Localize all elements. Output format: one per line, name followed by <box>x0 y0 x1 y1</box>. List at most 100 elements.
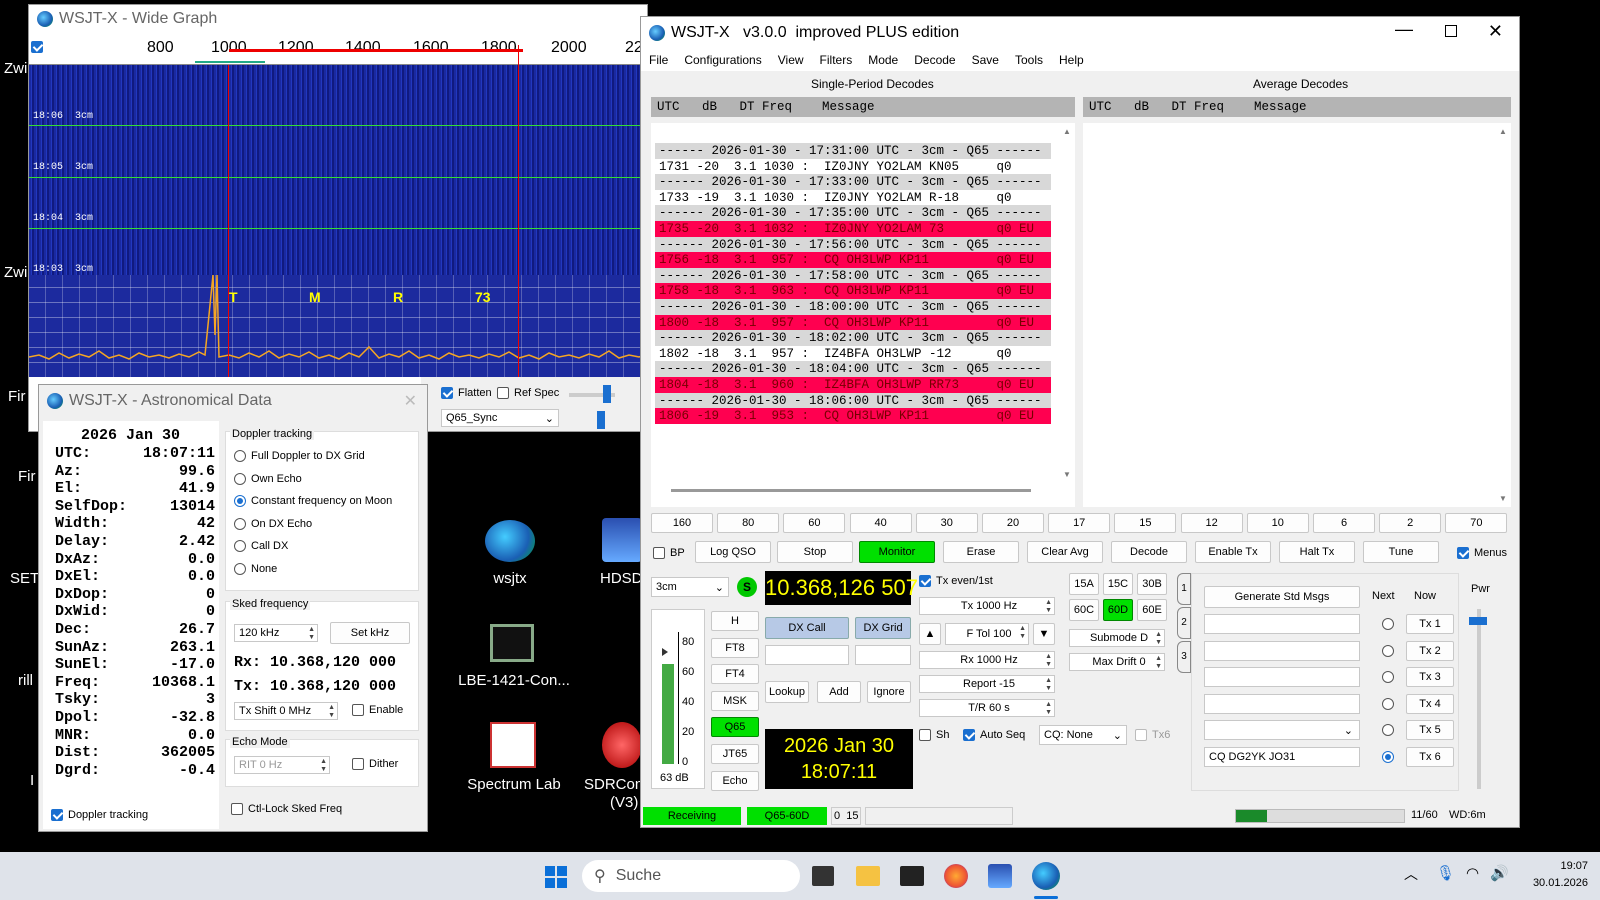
enable-checkbox[interactable]: Enable <box>352 704 403 716</box>
cq-select[interactable]: CQ: None ⌄ <box>1039 725 1127 745</box>
pwr-slider-handle[interactable] <box>1469 617 1487 625</box>
band-button[interactable]: 60 <box>783 513 846 533</box>
doppler-option[interactable]: Own Echo <box>234 472 302 485</box>
lookup-button[interactable]: Lookup <box>765 681 809 703</box>
rit-spinbox[interactable]: RIT 0 Hz ▲ ▼ <box>234 756 330 774</box>
submode-button[interactable]: 60D <box>1103 599 1133 621</box>
decode-row[interactable]: 1733 -19 3.1 1030 : IZ0JNY YO2LAM R-18 q… <box>655 190 1051 206</box>
menu-tools[interactable]: Tools <box>1015 53 1043 67</box>
next-radio[interactable] <box>1382 618 1394 630</box>
halt-tx-button[interactable]: Halt Tx <box>1279 541 1355 563</box>
tx-message-input[interactable] <box>1204 614 1360 634</box>
decode-row[interactable]: 1756 -18 3.1 957 : CQ OH3LWP KP11 q0 EU <box>655 252 1051 269</box>
decode-separator[interactable]: ------ 2026-01-30 - 17:56:00 UTC - 3cm -… <box>655 236 1051 253</box>
mode-button-echo[interactable]: Echo <box>711 770 759 791</box>
wsjtx-desktop-icon[interactable] <box>485 520 535 562</box>
desktop-icon-label[interactable]: HDSD <box>600 570 643 587</box>
doppler-tracking-checkbox[interactable]: Doppler tracking <box>51 809 148 821</box>
task-view-icon[interactable] <box>812 866 834 886</box>
doppler-option[interactable]: Call DX <box>234 540 288 553</box>
desktop-icon-label[interactable]: LBE-1421-Con... <box>458 672 570 689</box>
tx6-checkbox[interactable]: Tx6 <box>1135 729 1170 741</box>
maximize-icon[interactable] <box>1445 25 1457 37</box>
menu-file[interactable]: File <box>649 53 668 67</box>
enable-tx-button[interactable]: Enable Tx <box>1195 541 1271 563</box>
decode-separator[interactable]: ------ 2026-01-30 - 18:06:00 UTC - 3cm -… <box>655 392 1051 409</box>
gain-slider-handle[interactable] <box>603 385 611 403</box>
menu-save[interactable]: Save <box>972 53 999 67</box>
main-titlebar[interactable]: WSJT-X v3.0.0 improved PLUS edition — ✕ <box>641 17 1519 49</box>
clear-avg-button[interactable]: Clear Avg <box>1027 541 1103 563</box>
dx-call-button[interactable]: DX Call <box>765 617 849 639</box>
decode-row[interactable]: 1731 -20 3.1 1030 : IZ0JNY YO2LAM KN05 q… <box>655 159 1051 175</box>
tr-period-spinbox[interactable]: T/R 60 s ▲ ▼ <box>919 699 1055 717</box>
file-explorer-icon[interactable] <box>856 866 880 886</box>
menu-view[interactable]: View <box>778 53 804 67</box>
band-select[interactable]: 3cm ⌄ <box>651 577 729 597</box>
next-radio[interactable] <box>1382 697 1394 710</box>
sked-khz-spinbox[interactable]: 120 kHz ▲ ▼ <box>234 624 318 642</box>
band-button[interactable]: 40 <box>849 513 912 533</box>
next-radio[interactable] <box>1382 750 1394 763</box>
decode-separator[interactable]: ------ 2026-01-30 - 17:58:00 UTC - 3cm -… <box>655 267 1051 284</box>
radio-icon[interactable] <box>234 472 246 485</box>
next-radio[interactable] <box>1382 671 1394 683</box>
tx-message-input[interactable]: ⌄ <box>1204 720 1360 740</box>
spectrum-lab-desktop-icon[interactable] <box>490 722 536 768</box>
band-button[interactable]: 6 <box>1313 513 1375 533</box>
flatten-checkbox[interactable]: Flatten <box>441 387 492 399</box>
single-period-decodes[interactable]: ------ 2026-01-30 - 17:31:00 UTC - 3cm -… <box>651 123 1075 507</box>
doppler-option[interactable]: Full Doppler to DX Grid <box>234 450 365 462</box>
erase-button[interactable]: Erase <box>943 541 1019 563</box>
next-radio[interactable] <box>1382 724 1394 736</box>
tab-3[interactable]: 3 <box>1177 641 1191 673</box>
dither-checkbox[interactable]: Dither <box>352 758 398 770</box>
set-khz-button[interactable]: Set kHz <box>330 622 410 644</box>
menu-help[interactable]: Help <box>1059 53 1084 67</box>
ftol-spinbox[interactable]: F Tol 100 ▲ ▼ <box>945 623 1029 645</box>
submode-button[interactable]: 30B <box>1137 573 1167 595</box>
astro-titlebar[interactable]: WSJT-X - Astronomical Data ✕ <box>39 385 427 417</box>
decode-row[interactable]: 1735 -20 3.1 1032 : IZ0JNY YO2LAM 73 q0 … <box>655 221 1051 237</box>
bp-checkbox[interactable]: BP <box>653 547 685 559</box>
tx-button-5[interactable]: Tx 5 <box>1406 720 1454 740</box>
auto-seq-checkbox[interactable]: Auto Seq <box>963 729 1025 741</box>
up-arrow-button[interactable]: ▲ <box>919 623 941 645</box>
band-button[interactable]: 160 <box>651 513 713 533</box>
band-button[interactable]: 17 <box>1048 513 1111 533</box>
max-drift-spinbox[interactable]: Max Drift 0 ▲ ▼ <box>1069 653 1165 671</box>
tx-message-input[interactable] <box>1204 693 1360 714</box>
decode-row[interactable]: 1802 -18 3.1 957 : IZ4BFA OH3LWP -12 q0 <box>655 346 1051 362</box>
desktop-icon-label[interactable]: (V3) <box>610 794 638 811</box>
hdsd-desktop-icon[interactable] <box>602 518 642 562</box>
sdrconsole-desktop-icon[interactable] <box>602 722 642 768</box>
tx-button-6[interactable]: Tx 6 <box>1406 746 1454 767</box>
tx-message-input[interactable]: CQ DG2YK JO31 <box>1204 746 1360 767</box>
hdsdr-taskbar-icon[interactable] <box>988 864 1012 888</box>
decode-separator[interactable]: ------ 2026-01-30 - 18:00:00 UTC - 3cm -… <box>655 299 1051 315</box>
decode-separator[interactable]: ------ 2026-01-30 - 18:02:00 UTC - 3cm -… <box>655 330 1051 347</box>
decode-separator[interactable]: ------ 2026-01-30 - 18:04:00 UTC - 3cm -… <box>655 361 1051 378</box>
tx-message-input[interactable] <box>1204 640 1360 661</box>
average-decodes[interactable]: ▲ ▼ <box>1083 123 1511 507</box>
chevron-up-icon[interactable]: ︿ <box>1404 864 1418 884</box>
mode-button-msk[interactable]: MSK <box>711 690 759 711</box>
tab-1[interactable]: 1 <box>1177 573 1191 605</box>
radio-icon[interactable] <box>234 517 246 530</box>
submode-spinbox[interactable]: Submode D ▲ ▼ <box>1069 629 1165 647</box>
tx-button-4[interactable]: Tx 4 <box>1406 693 1454 714</box>
tx-button-2[interactable]: Tx 2 <box>1406 640 1454 661</box>
menu-filters[interactable]: Filters <box>820 53 853 67</box>
radio-icon[interactable] <box>234 450 246 462</box>
decode-separator[interactable]: ------ 2026-01-30 - 17:35:00 UTC - 3cm -… <box>655 205 1051 222</box>
dial-frequency[interactable]: 10.368,126 507 <box>765 571 918 605</box>
wifi-icon[interactable]: ◠ <box>1466 864 1479 882</box>
minimize-icon[interactable]: — <box>1395 19 1413 40</box>
submode-button[interactable]: 60E <box>1137 599 1167 621</box>
decode-separator[interactable]: ------ 2026-01-30 - 17:33:00 UTC - 3cm -… <box>655 174 1051 191</box>
s-meter-badge[interactable]: S <box>737 577 757 597</box>
tx-button-3[interactable]: Tx 3 <box>1406 667 1454 687</box>
menu-mode[interactable]: Mode <box>868 53 898 67</box>
mode-button-jt65[interactable]: JT65 <box>711 744 759 764</box>
report-spinbox[interactable]: Report -15 ▲ ▼ <box>919 675 1055 693</box>
